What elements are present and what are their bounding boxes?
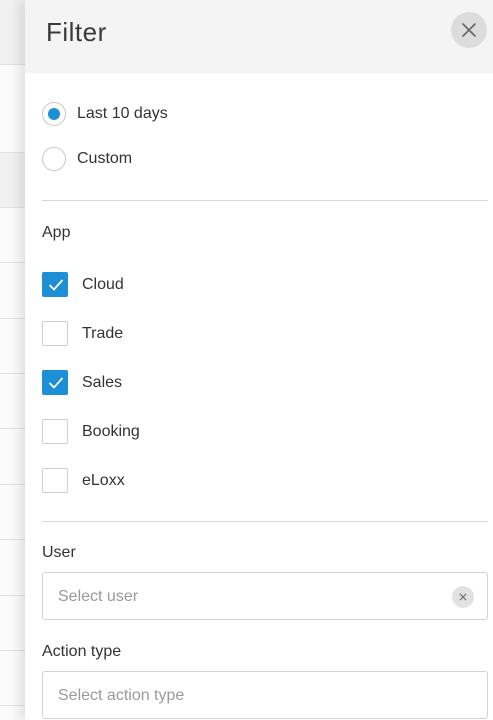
checkmark-icon — [48, 377, 64, 389]
checkbox-label: Sales — [82, 373, 123, 391]
background-header-shade — [0, 0, 25, 64]
checkbox-label: Cloud — [82, 275, 124, 293]
clear-user-button[interactable] — [452, 586, 474, 608]
checkbox-eloxx[interactable]: eLoxx — [42, 468, 125, 493]
checkbox-checked[interactable] — [42, 272, 68, 297]
action-type-section-label: Action type — [42, 643, 122, 660]
radio-button[interactable] — [42, 147, 66, 171]
action-type-select-placeholder: Select action type — [58, 687, 185, 704]
checkbox[interactable] — [42, 468, 68, 493]
background-row-shade — [0, 152, 25, 207]
background-row-divider — [0, 373, 25, 374]
checkbox-booking[interactable]: Booking — [42, 419, 140, 444]
background-row-divider — [0, 318, 25, 319]
drawer-header: Filter — [25, 0, 493, 73]
checkbox-label: eLoxx — [82, 471, 125, 489]
checkbox[interactable] — [42, 321, 68, 346]
checkbox-label: Trade — [82, 324, 124, 342]
user-select-placeholder: Select user — [58, 588, 139, 605]
user-select[interactable]: Select user — [42, 572, 488, 620]
background-row-divider — [0, 595, 25, 596]
section-divider — [42, 521, 488, 522]
app-section-label: App — [42, 224, 71, 241]
user-section-label: User — [42, 544, 76, 561]
checkmark-icon — [48, 279, 64, 291]
checkbox-trade[interactable]: Trade — [42, 321, 123, 346]
section-divider — [42, 200, 488, 201]
background-row-divider — [0, 650, 25, 651]
background-row-divider — [0, 705, 25, 706]
background-row-divider — [0, 539, 25, 540]
radio-custom[interactable]: Custom — [42, 147, 132, 171]
background-row-divider — [0, 484, 25, 485]
checkbox-checked[interactable] — [42, 370, 68, 395]
drawer-title: Filter — [46, 17, 107, 47]
checkbox-cloud[interactable]: Cloud — [42, 272, 124, 297]
checkbox-label: Booking — [82, 422, 140, 440]
checkbox[interactable] — [42, 419, 68, 444]
background-page — [0, 0, 25, 720]
radio-label: Last 10 days — [77, 105, 168, 122]
background-row-divider — [0, 152, 25, 153]
background-row-divider — [0, 428, 25, 429]
filter-drawer: Filter Last 10 days Custom App Cloud Tra… — [25, 0, 493, 720]
background-row-divider — [0, 207, 25, 208]
checkbox-sales[interactable]: Sales — [42, 370, 122, 395]
clear-icon — [459, 593, 467, 601]
close-button[interactable] — [451, 12, 487, 48]
radio-label: Custom — [77, 150, 133, 167]
background-row-divider — [0, 262, 25, 263]
radio-button-selected[interactable] — [42, 102, 66, 126]
action-type-select[interactable]: Select action type — [42, 671, 488, 719]
close-icon — [462, 23, 476, 37]
background-row-divider — [0, 64, 25, 65]
radio-last-10-days[interactable]: Last 10 days — [42, 102, 168, 126]
